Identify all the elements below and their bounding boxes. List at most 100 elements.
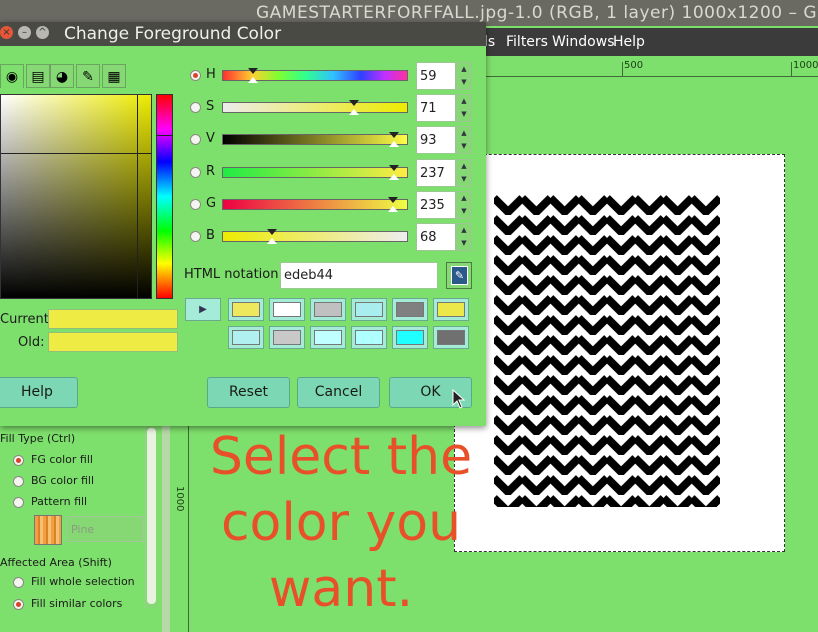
- g-value-input[interactable]: 235: [416, 191, 456, 219]
- s-radio[interactable]: [190, 102, 201, 113]
- printer-cmyk-icon[interactable]: ▤: [26, 64, 50, 88]
- b-radio[interactable]: [190, 231, 201, 242]
- v-marker-bottom: [389, 141, 400, 147]
- tool-options-panel: Fill Type (Ctrl) FG color fill BG color …: [0, 424, 160, 632]
- palette-icon[interactable]: ▦: [102, 64, 126, 88]
- history-color-swatch[interactable]: [351, 298, 387, 321]
- pattern-name-field[interactable]: Pine: [66, 516, 144, 542]
- g-radio[interactable]: [190, 199, 201, 210]
- fg-color-fill-label: FG color fill: [31, 453, 93, 466]
- maximize-icon[interactable]: ^: [36, 26, 49, 39]
- scrollbar-thumb[interactable]: [147, 428, 156, 604]
- b-marker: [267, 229, 278, 235]
- g-spin-arrows[interactable]: ▲ ▼: [456, 191, 472, 219]
- b-spin-arrows[interactable]: ▲ ▼: [456, 223, 472, 251]
- caption-line-3: want.: [268, 559, 414, 619]
- menu-filters[interactable]: Filters: [506, 34, 548, 50]
- history-color-swatch[interactable]: [310, 298, 346, 321]
- hue-strip[interactable]: [156, 94, 173, 299]
- s-marker: [348, 100, 359, 106]
- minimize-icon[interactable]: –: [18, 26, 31, 39]
- history-color-swatch[interactable]: [228, 298, 264, 321]
- history-color-swatch[interactable]: [392, 298, 428, 321]
- history-color-swatch[interactable]: [228, 326, 264, 349]
- g-slider[interactable]: [222, 197, 408, 212]
- hue-marker: [157, 135, 172, 136]
- fill-whole-selection-label: Fill whole selection: [31, 575, 135, 588]
- h-spin-arrows[interactable]: ▲ ▼: [456, 62, 472, 90]
- bg-color-fill-radio[interactable]: [13, 476, 24, 487]
- pattern-fill-radio[interactable]: [13, 497, 24, 508]
- b-label: B: [206, 228, 215, 243]
- html-notation-input[interactable]: edeb44: [280, 262, 438, 289]
- old-color-swatch: [48, 332, 178, 352]
- dialog-title: Change Foreground Color: [64, 24, 282, 44]
- saturation-value-square[interactable]: [0, 94, 152, 299]
- menu-help[interactable]: Help: [613, 34, 645, 50]
- r-label: R: [206, 164, 216, 179]
- history-color-swatch[interactable]: [269, 298, 305, 321]
- history-color-swatch[interactable]: [433, 326, 469, 349]
- cancel-button[interactable]: Cancel: [297, 377, 380, 408]
- brush-scale-icon[interactable]: ✎: [76, 64, 100, 88]
- h-radio[interactable]: [190, 70, 201, 81]
- b-slider[interactable]: [222, 229, 408, 244]
- r-spin-arrows[interactable]: ▲ ▼: [456, 159, 472, 187]
- fill-similar-colors-label: Fill similar colors: [31, 597, 123, 610]
- h-slider[interactable]: [222, 68, 408, 83]
- color-picker-button[interactable]: ✎: [446, 262, 472, 289]
- ruler-label-1000: 1000: [793, 60, 818, 71]
- fg-color-fill-radio[interactable]: [13, 455, 24, 466]
- v-marker: [389, 132, 400, 138]
- current-color-label: Current:: [0, 312, 54, 327]
- watercolor-icon[interactable]: ◕: [50, 64, 74, 88]
- s-slider[interactable]: [222, 100, 408, 115]
- s-marker-bottom: [348, 109, 359, 115]
- r-value-input[interactable]: 237: [416, 159, 456, 187]
- caption-line-2: color you: [220, 493, 462, 553]
- fill-similar-colors-radio[interactable]: [13, 599, 24, 610]
- affected-area-heading: Affected Area (Shift): [0, 556, 112, 569]
- h-marker-bottom: [248, 77, 259, 83]
- r-marker: [388, 165, 399, 171]
- tool-options-scrollbar[interactable]: [145, 424, 158, 608]
- h-marker: [248, 68, 259, 74]
- g-marker-bottom: [387, 206, 398, 212]
- sv-crosshair-vertical: [137, 95, 138, 298]
- gimp-selector-icon[interactable]: ◉: [0, 64, 24, 88]
- history-color-swatch[interactable]: [269, 326, 305, 349]
- sv-crosshair-horizontal: [1, 153, 151, 154]
- vertical-ruler-label: 1000: [174, 486, 185, 512]
- s-value-input[interactable]: 71: [416, 94, 456, 122]
- instruction-caption: Select the color you want.: [196, 424, 486, 622]
- v-radio[interactable]: [190, 134, 201, 145]
- history-color-swatch[interactable]: [351, 326, 387, 349]
- history-color-swatch[interactable]: [310, 326, 346, 349]
- pattern-swatch[interactable]: [34, 515, 62, 545]
- add-to-history-button[interactable]: ▶: [185, 298, 221, 321]
- r-slider[interactable]: [222, 165, 408, 180]
- ruler-label-500: 500: [624, 60, 644, 71]
- mouse-cursor-icon: [452, 389, 466, 409]
- main-menubar: ls Filters Windows Help: [470, 28, 818, 56]
- h-value-input[interactable]: 59: [416, 62, 456, 90]
- history-color-swatch[interactable]: [433, 298, 469, 321]
- chevron-pattern-image: [494, 195, 720, 507]
- main-window-title: GAMESTARTERFORFFALL.jpg-1.0 (RGB, 1 laye…: [256, 3, 818, 23]
- html-notation-label: HTML notation:: [184, 267, 283, 282]
- eyedropper-icon: ✎: [451, 266, 468, 285]
- close-icon[interactable]: ×: [0, 26, 13, 39]
- v-value-input[interactable]: 93: [416, 126, 456, 154]
- fill-whole-selection-radio[interactable]: [13, 577, 24, 588]
- v-slider[interactable]: [222, 132, 408, 147]
- b-value-input[interactable]: 68: [416, 223, 456, 251]
- s-spin-arrows[interactable]: ▲ ▼: [456, 94, 472, 122]
- help-button[interactable]: Help: [0, 377, 78, 408]
- history-color-swatch[interactable]: [392, 326, 428, 349]
- v-spin-arrows[interactable]: ▲ ▼: [456, 126, 472, 154]
- g-label: G: [206, 196, 217, 211]
- menu-windows[interactable]: Windows: [552, 34, 615, 50]
- r-radio[interactable]: [190, 167, 201, 178]
- reset-button[interactable]: Reset: [207, 377, 290, 408]
- image-canvas[interactable]: [454, 154, 785, 552]
